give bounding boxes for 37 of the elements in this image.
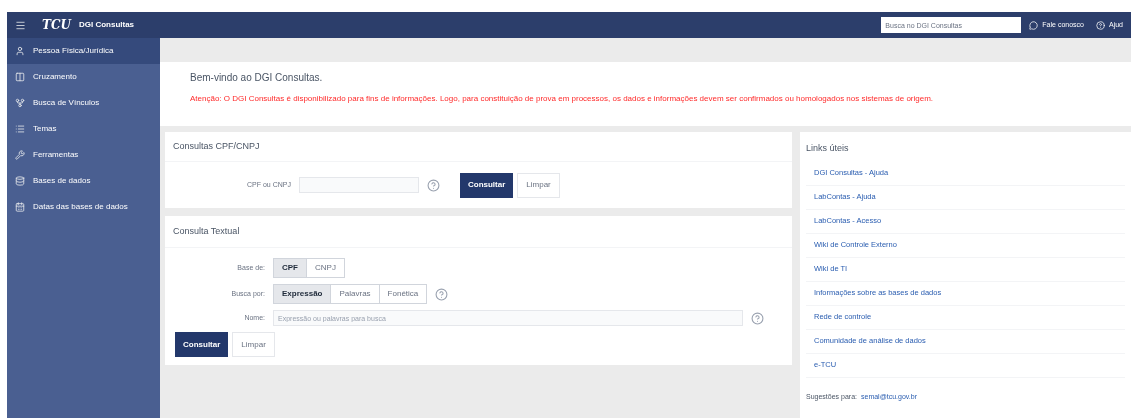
app-name: DGI Consultas (78, 19, 135, 31)
help-icon (435, 287, 449, 301)
toggle-option[interactable]: CNPJ (306, 258, 345, 278)
chat-icon (1029, 20, 1039, 30)
sidebar-item[interactable]: Ferramentas (7, 142, 160, 168)
warning-text: Atenção: O DGI Consultas é disponibilizado para fins de informações. Logo, para constituição de prova em processos, os dados e informações devem ser confirmados ou homologados nos sistemas de origem. (190, 93, 935, 105)
wrench-icon (15, 150, 25, 160)
toggle-option[interactable]: Fonética (378, 284, 428, 304)
sidebar-item[interactable]: Pessoa Física/Jurídica (7, 38, 160, 64)
clear-button[interactable]: Limpar (517, 172, 560, 198)
sidebar-item[interactable]: Cruzamento (7, 64, 160, 90)
clear-button[interactable]: Limpar (232, 332, 275, 357)
consult-button[interactable]: Consultar (175, 332, 229, 357)
fork-icon (15, 98, 25, 108)
sidebar-item[interactable]: Datas das bases de dados (7, 194, 160, 220)
help-icon (1096, 20, 1105, 30)
toggle-option[interactable]: CPF (273, 258, 307, 278)
list-icon (15, 124, 25, 134)
panel-title: Consultas CPF/CNPJ (173, 139, 260, 153)
columns-icon (15, 72, 25, 82)
calendar-icon (15, 202, 25, 212)
brand-logo: TCU (42, 17, 71, 34)
panel-title: Consulta Textual (173, 224, 240, 238)
consult-button[interactable]: Consultar (459, 172, 514, 198)
toggle-option[interactable]: Expressão (273, 284, 332, 304)
person-icon (15, 46, 25, 56)
database-icon (15, 176, 25, 186)
help-icon (751, 311, 764, 325)
toggle-option[interactable]: Palavras (330, 284, 380, 304)
sidebar-item[interactable]: Bases de dados (7, 168, 160, 194)
sidebar-item[interactable]: Temas (7, 116, 160, 142)
help-icon (426, 178, 440, 192)
sidebar-item[interactable]: Busca de Vínculos (7, 90, 160, 116)
panel-title: Links úteis (806, 142, 850, 155)
menu-icon[interactable] (15, 19, 26, 31)
welcome-title: Bem-vindo ao DGI Consultas. (190, 71, 324, 85)
cpf-field[interactable] (298, 177, 419, 193)
